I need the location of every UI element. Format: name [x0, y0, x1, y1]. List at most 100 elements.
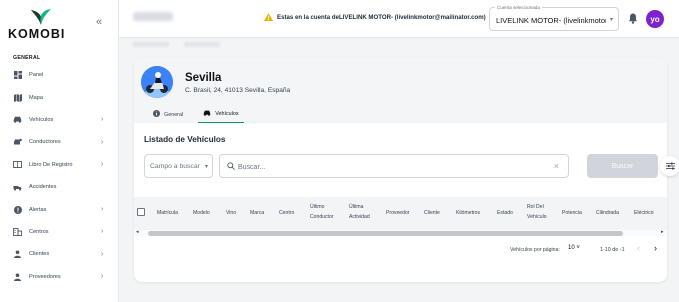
account-select-label: Cuenta seleccionada [495, 5, 542, 10]
sidebar-item-label: Alertas [29, 206, 47, 213]
blurred-breadcrumb [119, 38, 679, 52]
site-avatar [141, 66, 173, 98]
sidebar: KOMOBI « GENERAL Panel Mapa Vehículos › [0, 0, 119, 302]
account-warning: Estas en la cuenta deLIVELINK MOTOR- (li… [264, 13, 486, 21]
chevron-right-icon: › [101, 206, 104, 214]
per-page-label: Vehículos por página: [510, 247, 560, 253]
column-header[interactable]: Matrícula [157, 208, 178, 218]
search-input[interactable] [238, 160, 538, 174]
scroll-left-icon[interactable]: ◂ [136, 229, 139, 235]
car-icon [13, 115, 22, 124]
leaf-logo-icon [31, 9, 51, 25]
next-page-icon[interactable]: › [654, 243, 657, 253]
horizontal-scrollbar[interactable]: ◂ ▸ [134, 229, 667, 236]
column-header[interactable]: Proveedor [386, 208, 410, 218]
filter-toggle-button[interactable] [660, 156, 679, 176]
building-icon [13, 227, 22, 236]
search-field-placeholder: Campo a buscar [150, 163, 200, 170]
site-card: Sevilla C. Brasil, 24, 41013 Sevilla, Es… [134, 58, 667, 282]
column-header[interactable]: Centro [279, 208, 294, 218]
chevron-right-icon: › [101, 250, 104, 258]
sidebar-item-libro-de-registro[interactable]: Libro De Registro › [0, 154, 118, 176]
car-icon [203, 110, 211, 118]
search-field-select[interactable]: Campo a buscar ▾ [144, 154, 213, 178]
sidebar-item-label: Centros [29, 228, 49, 235]
driver-icon [13, 138, 22, 147]
tab-general[interactable]: General [148, 106, 188, 123]
map-icon [13, 93, 22, 102]
sidebar-item-clientes[interactable]: Clientes › [0, 243, 118, 265]
sidebar-item-label: Clientes [29, 251, 50, 258]
chevron-down-icon: ▾ [609, 17, 613, 23]
blurred-breadcrumb-item [184, 42, 220, 47]
search-box: × [219, 154, 569, 178]
chevron-right-icon: › [101, 138, 104, 146]
sidebar-item-conductores[interactable]: Conductores › [0, 131, 118, 153]
blurred-page-title [133, 12, 173, 21]
column-header[interactable]: Estado [497, 208, 513, 218]
tab-vehiculos[interactable]: Vehículos [198, 106, 244, 123]
sidebar-nav: Panel Mapa Vehículos › Conductores › Lib… [0, 64, 118, 288]
column-header[interactable]: Potencia [562, 208, 582, 218]
chevron-right-icon: › [101, 273, 104, 281]
per-page-select[interactable]: 10 ˅ [568, 245, 580, 251]
sidebar-item-label: Mapa [29, 94, 43, 101]
account-warning-text: Estas en la cuenta deLIVELINK MOTOR- (li… [277, 13, 486, 21]
chevron-down-icon: ˅ [576, 245, 580, 251]
clear-search-icon[interactable]: × [554, 161, 559, 171]
section-label: GENERAL [13, 55, 41, 61]
column-header[interactable]: Kilómetros [456, 208, 480, 218]
accident-icon [13, 183, 22, 192]
column-header[interactable]: Último Conductor [310, 202, 340, 222]
table-header: Matrícula Modelo Vino Marca Centro Últim… [134, 197, 667, 230]
sidebar-item-panel[interactable]: Panel [0, 64, 118, 86]
column-header[interactable]: Modelo [193, 208, 210, 218]
providers-icon [13, 272, 22, 281]
column-header[interactable]: Última Actividad [349, 202, 379, 222]
column-header[interactable]: Cliente [424, 208, 440, 218]
komobi-logo[interactable]: KOMOBI [8, 8, 70, 41]
sidebar-item-accidentes[interactable]: Accidentes [0, 176, 118, 198]
dashboard-icon [13, 71, 22, 80]
select-all-checkbox[interactable] [137, 208, 145, 216]
chevron-right-icon: › [101, 116, 104, 124]
blurred-breadcrumb-item [133, 42, 169, 47]
column-header[interactable]: Eléctrico [634, 208, 654, 218]
column-header[interactable]: Cilindrada [596, 208, 619, 218]
sidebar-item-mapa[interactable]: Mapa [0, 86, 118, 108]
collapse-sidebar-icon[interactable]: « [96, 16, 102, 28]
chevron-down-icon: ▾ [204, 164, 208, 170]
bell-icon[interactable] [628, 13, 638, 24]
per-page-value: 10 [568, 245, 575, 251]
tab-label: General [164, 111, 184, 118]
sidebar-item-centros[interactable]: Centros › [0, 221, 118, 243]
chevron-right-icon: › [101, 228, 104, 236]
tab-label: Vehículos [215, 111, 239, 117]
scrollbar-thumb[interactable] [148, 231, 623, 236]
list-title: Listado de Vehículos [144, 135, 226, 144]
sidebar-item-alertas[interactable]: Alertas › [0, 198, 118, 220]
site-address: C. Brasil, 24, 41013 Sevilla, España [185, 87, 291, 94]
sidebar-item-label: Panel [29, 72, 44, 79]
column-header[interactable]: Vino [226, 208, 236, 218]
sidebar-item-vehiculos[interactable]: Vehículos › [0, 109, 118, 131]
column-header[interactable]: Marca [250, 208, 264, 218]
site-header: Sevilla C. Brasil, 24, 41013 Sevilla, Es… [134, 58, 667, 123]
user-avatar[interactable]: yo [646, 10, 664, 28]
search-button[interactable]: Buscar [587, 154, 658, 178]
sidebar-item-label: Libro De Registro [29, 161, 73, 168]
clients-icon [13, 250, 22, 259]
sidebar-item-label: Vehículos [29, 116, 54, 123]
sidebar-item-proveedores[interactable]: Proveedores › [0, 266, 118, 288]
info-icon [153, 110, 160, 119]
account-select[interactable]: Cuenta seleccionada LIVELINK MOTOR- (liv… [489, 5, 619, 31]
alert-icon [13, 205, 22, 214]
site-tabs: General Vehículos [148, 106, 254, 123]
account-select-value: LIVELINK MOTOR- (livelinkmotor@mailinato… [496, 16, 606, 25]
warning-icon [264, 13, 273, 21]
scroll-right-icon[interactable]: ▸ [661, 229, 664, 235]
column-header[interactable]: Rol Del Vehículo [527, 202, 553, 222]
previous-page-icon[interactable]: ‹ [637, 243, 640, 253]
top-header: Estas en la cuenta deLIVELINK MOTOR- (li… [119, 0, 679, 38]
site-name: Sevilla [185, 72, 222, 84]
